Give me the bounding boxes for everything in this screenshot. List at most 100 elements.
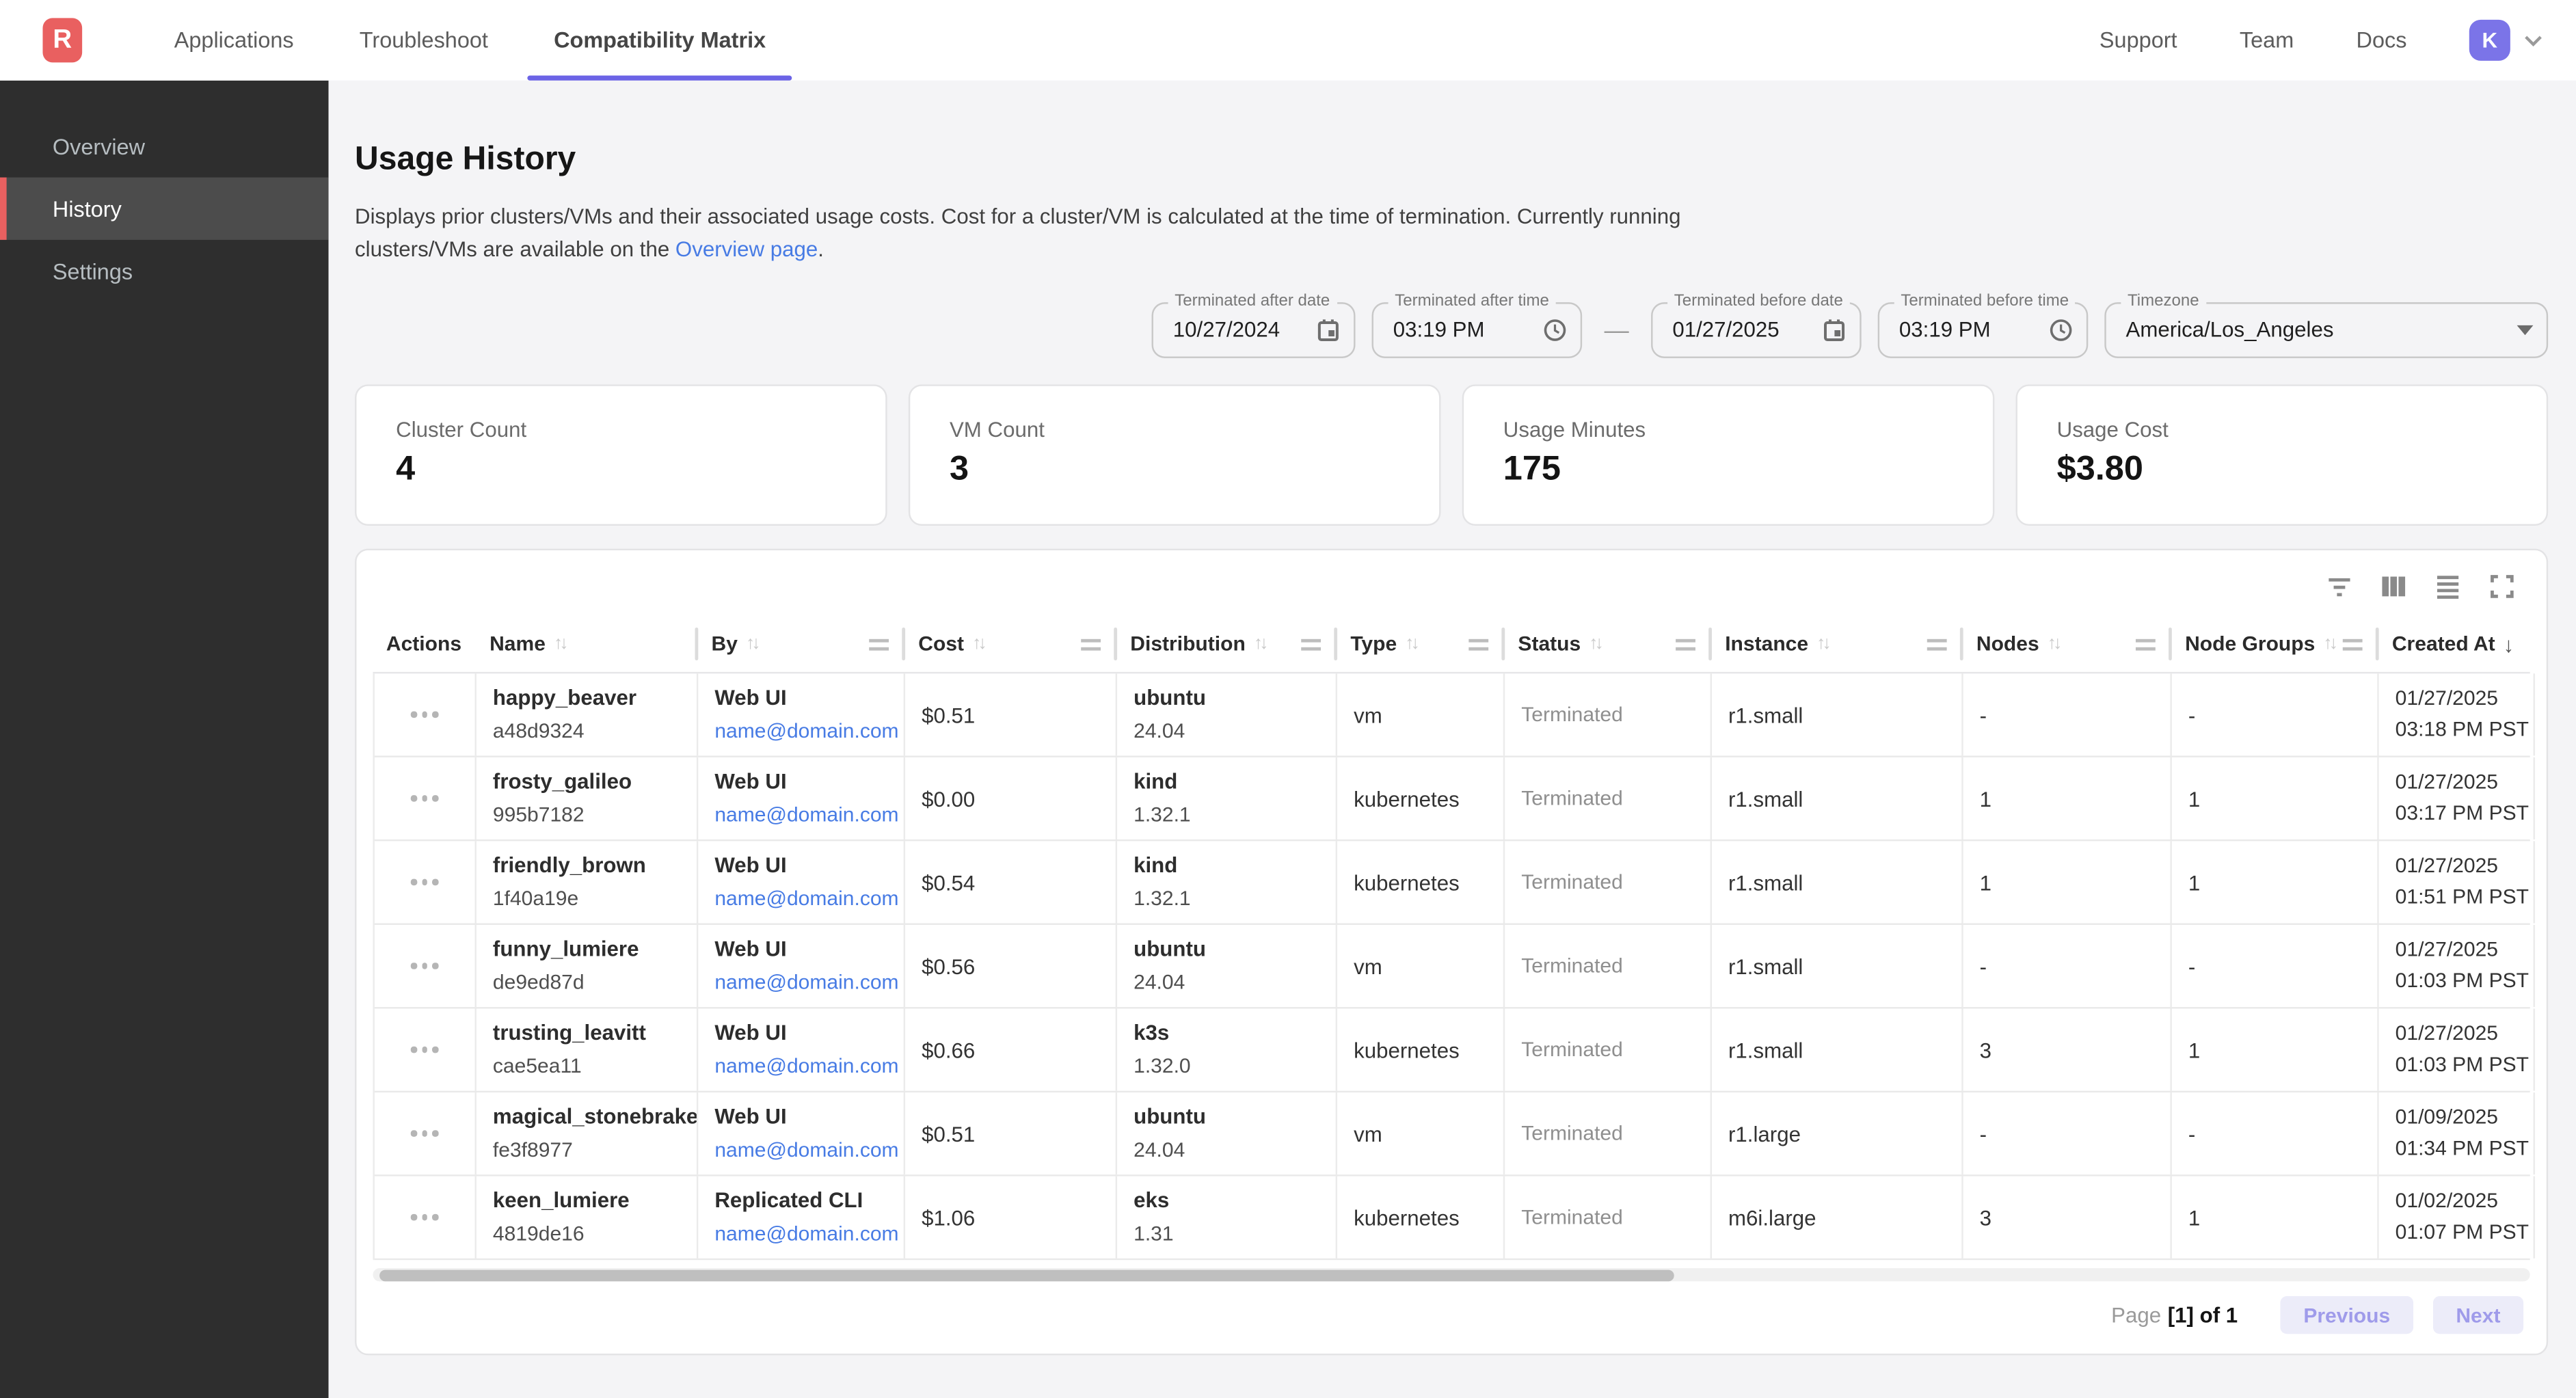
cost-cell: $0.51	[905, 673, 1117, 755]
nodes-cell: 3	[1963, 1008, 2172, 1090]
column-header-distribution[interactable]: Distribution↑↓	[1116, 616, 1336, 672]
row-actions-button[interactable]	[405, 1208, 444, 1227]
replicated-logo[interactable]: R	[42, 18, 82, 62]
row-actions-button[interactable]	[405, 873, 444, 892]
column-header-created-at[interactable]: Created At↓	[2377, 616, 2533, 672]
table-row: magical_stonebrakerfe3f8977Web UIname@do…	[375, 1092, 2530, 1177]
created-by-email[interactable]: name@domain.com	[714, 1050, 903, 1083]
column-header-type[interactable]: Type↑↓	[1336, 616, 1503, 672]
column-menu-icon[interactable]	[1081, 638, 1101, 650]
dot	[411, 1047, 416, 1052]
stat-cards: Cluster Count4VM Count3Usage Minutes175U…	[355, 384, 2548, 526]
created-by-email[interactable]: name@domain.com	[714, 798, 903, 831]
top-link-team[interactable]: Team	[2240, 27, 2294, 52]
column-header-cost[interactable]: Cost↑↓	[904, 616, 1116, 672]
dot	[433, 1047, 438, 1052]
columns-icon[interactable]	[2379, 572, 2409, 601]
cost-value: $0.51	[922, 1121, 1116, 1146]
column-menu-icon[interactable]	[1301, 638, 1321, 650]
sort-icon: ↑↓	[1816, 634, 1828, 654]
distribution-name: ubuntu	[1133, 682, 1336, 714]
row-actions-button[interactable]	[405, 956, 444, 976]
row-actions-button[interactable]	[405, 705, 444, 725]
created-by-email[interactable]: name@domain.com	[714, 1133, 903, 1166]
fullscreen-icon[interactable]	[2487, 572, 2517, 601]
table-row: happy_beavera48d9324Web UIname@domain.co…	[375, 673, 2530, 757]
tab-applications[interactable]: Applications	[142, 0, 327, 81]
stat-label: Usage Cost	[2057, 417, 2547, 442]
column-menu-icon[interactable]	[1927, 638, 1947, 650]
sidebar-item-overview[interactable]: Overview	[0, 115, 329, 177]
column-menu-icon[interactable]	[869, 638, 889, 650]
row-actions-button[interactable]	[405, 789, 444, 808]
top-link-docs[interactable]: Docs	[2357, 27, 2407, 52]
instance-type: r1.small	[1728, 1038, 1961, 1062]
instance-type: r1.small	[1728, 870, 1961, 894]
calendar-icon[interactable]	[1316, 318, 1341, 342]
type-cell: vm	[1337, 673, 1505, 755]
next-page-button[interactable]: Next	[2433, 1296, 2523, 1334]
column-header-node-groups[interactable]: Node Groups↑↓	[2170, 616, 2377, 672]
previous-page-button[interactable]: Previous	[2281, 1296, 2413, 1334]
scrollbar-thumb[interactable]	[379, 1269, 1674, 1280]
nodes-count: 1	[1980, 870, 2171, 894]
column-header-nodes[interactable]: Nodes↑↓	[1961, 616, 2170, 672]
calendar-icon[interactable]	[1822, 318, 1847, 342]
timezone-select-value: America/Los_Angeles	[2106, 304, 2547, 355]
avatar[interactable]: K	[2469, 20, 2510, 61]
filter-icon[interactable]	[2324, 572, 2354, 601]
column-header-instance[interactable]: Instance↑↓	[1710, 616, 1962, 672]
top-link-support[interactable]: Support	[2099, 27, 2177, 52]
type-value: vm	[1354, 954, 1503, 978]
status-value: Terminated	[1521, 954, 1710, 978]
created-by-email[interactable]: name@domain.com	[714, 1218, 903, 1250]
cost-value: $0.51	[922, 702, 1116, 727]
created-by-email[interactable]: name@domain.com	[714, 966, 903, 999]
timezone-select[interactable]: TimezoneAmerica/Los_Angeles	[2104, 302, 2548, 358]
table-row: keen_lumiere4819de16Replicated CLIname@d…	[375, 1177, 2530, 1261]
created-by: Web UI	[714, 1101, 903, 1133]
terminated-after-date-field[interactable]: Terminated after date10/27/2024	[1152, 302, 1356, 358]
status-cell: Terminated	[1505, 925, 1712, 1007]
column-header-by[interactable]: By↑↓	[697, 616, 904, 672]
tab-troubleshoot[interactable]: Troubleshoot	[327, 0, 521, 81]
clock-icon[interactable]	[2049, 318, 2074, 342]
column-menu-icon[interactable]	[2343, 638, 2363, 650]
name-cell: happy_beavera48d9324	[477, 673, 698, 755]
row-actions-button[interactable]	[405, 1124, 444, 1143]
dropdown-arrow-icon[interactable]	[2517, 325, 2533, 335]
created-time: 01:51 PM PST	[2396, 882, 2534, 913]
created-by-email[interactable]: name@domain.com	[714, 714, 903, 747]
instance-type: r1.small	[1728, 954, 1961, 978]
chevron-down-icon[interactable]	[2523, 33, 2543, 46]
terminated-after-time-field[interactable]: Terminated after time03:19 PM	[1372, 302, 1583, 358]
created-by-email[interactable]: name@domain.com	[714, 882, 903, 915]
table-body: happy_beavera48d9324Web UIname@domain.co…	[373, 673, 2530, 1260]
table-toolbar	[373, 565, 2530, 608]
instance-cell: r1.small	[1712, 757, 1963, 839]
clock-icon[interactable]	[1542, 318, 1567, 342]
column-header-name[interactable]: Name↑↓	[474, 616, 696, 672]
terminated-before-date-field[interactable]: Terminated before date01/27/2025	[1651, 302, 1862, 358]
column-menu-icon[interactable]	[1676, 638, 1695, 650]
node-groups-count: -	[2188, 954, 2377, 978]
cost-value: $0.66	[922, 1038, 1116, 1062]
column-menu-icon[interactable]	[1468, 638, 1488, 650]
name-cell: friendly_brown1f40a19e	[477, 841, 698, 923]
sidebar-item-history[interactable]: History	[0, 178, 329, 240]
node-groups-cell: 1	[2172, 757, 2379, 839]
column-menu-icon[interactable]	[2136, 638, 2156, 650]
name-cell: funny_lumierede9ed87d	[477, 925, 698, 1007]
column-title: Actions	[386, 632, 461, 656]
density-icon[interactable]	[2433, 572, 2463, 601]
column-header-status[interactable]: Status↑↓	[1503, 616, 1710, 672]
terminated-before-time-field[interactable]: Terminated before time03:19 PM	[1878, 302, 2089, 358]
instance-cell: r1.small	[1712, 1008, 1963, 1090]
row-actions-button[interactable]	[405, 1040, 444, 1060]
actions-cell	[375, 925, 477, 1007]
overview-page-link[interactable]: Overview page	[675, 237, 818, 261]
type-value: kubernetes	[1354, 1205, 1503, 1230]
dot	[422, 1047, 427, 1052]
tab-compatibility-matrix[interactable]: Compatibility Matrix	[521, 0, 799, 81]
sidebar-item-settings[interactable]: Settings	[0, 240, 329, 302]
